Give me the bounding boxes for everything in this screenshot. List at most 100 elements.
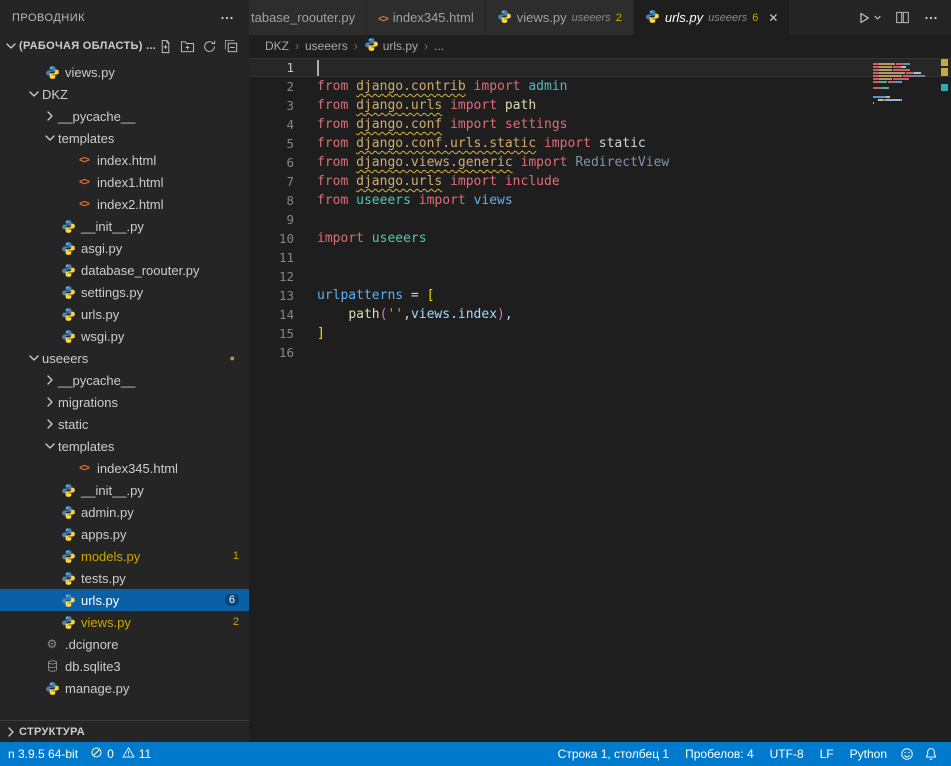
errors-icon — [90, 746, 103, 762]
code-line[interactable]: 15] — [249, 324, 951, 343]
collapse-all-icon[interactable] — [222, 37, 241, 56]
tree-item-manage.py[interactable]: manage.py — [0, 677, 249, 699]
line-number: 15 — [249, 324, 294, 343]
tree-item-templates[interactable]: templates — [0, 127, 249, 149]
line-content: from useeers import views — [294, 191, 513, 210]
code-line[interactable]: 9 — [249, 210, 951, 229]
breadcrumb-item-urls.py[interactable]: urls.py — [364, 37, 418, 55]
line-number: 8 — [249, 191, 294, 210]
tree-item-__init__.py[interactable]: __init__.py — [0, 215, 249, 237]
tree-item-label: apps.py — [81, 527, 127, 542]
breadcrumb-item-useeers[interactable]: useeers — [305, 39, 348, 53]
breadcrumb-label: urls.py — [383, 39, 418, 53]
code-area[interactable]: 1 2from django.contrib import admin3from… — [249, 57, 951, 742]
tree-item-views.py[interactable]: views.py — [0, 61, 249, 83]
run-button[interactable] — [857, 11, 882, 25]
new-file-icon[interactable] — [156, 37, 175, 56]
code-line[interactable]: 11 — [249, 248, 951, 267]
code-line[interactable]: 13urlpatterns = [ — [249, 286, 951, 305]
tree-item-migrations[interactable]: migrations — [0, 391, 249, 413]
tree-item-db.sqlite3[interactable]: db.sqlite3 — [0, 655, 249, 677]
tree-item-index2.html[interactable]: <>index2.html — [0, 193, 249, 215]
tree-item-__pycache__[interactable]: __pycache__ — [0, 369, 249, 391]
code-line[interactable]: 3from django.urls import path — [249, 96, 951, 115]
language-mode[interactable]: Python — [842, 742, 895, 766]
breadcrumb-separator: › — [354, 39, 358, 53]
python-icon — [364, 37, 379, 55]
refresh-icon[interactable] — [200, 37, 219, 56]
tree-item-urls.py[interactable]: urls.py6 — [0, 589, 249, 611]
overview-ruler — [938, 57, 951, 742]
line-number: 6 — [249, 153, 294, 172]
tree-item-urls.py[interactable]: urls.py — [0, 303, 249, 325]
code-line[interactable]: 12 — [249, 267, 951, 286]
outline-section-header[interactable]: СТРУКТУРА — [0, 720, 249, 742]
tree-item-index.html[interactable]: <>index.html — [0, 149, 249, 171]
tree-item-label: __init__.py — [81, 219, 144, 234]
tree-item-database_roouter.py[interactable]: database_roouter.py — [0, 259, 249, 281]
code-line[interactable]: 6from django.views.generic import Redire… — [249, 153, 951, 172]
minimap-line — [873, 66, 937, 68]
tab-urls.py[interactable]: urls.pyuseeers6✕ — [634, 0, 791, 35]
code-line[interactable]: 8from useeers import views — [249, 191, 951, 210]
code-line[interactable]: 16 — [249, 343, 951, 362]
code-line[interactable]: 7from django.urls import include — [249, 172, 951, 191]
breadcrumb-item-...[interactable]: ... — [434, 39, 444, 53]
tree-item-apps.py[interactable]: apps.py — [0, 523, 249, 545]
ruler-mark — [941, 84, 948, 91]
tree-item-models.py[interactable]: models.py1 — [0, 545, 249, 567]
python-icon — [60, 571, 76, 586]
tree-item-views.py[interactable]: views.py2 — [0, 611, 249, 633]
encoding[interactable]: UTF-8 — [762, 742, 812, 766]
tree-item-static[interactable]: static — [0, 413, 249, 435]
tree-item-useeers[interactable]: useeers● — [0, 347, 249, 369]
feedback-icon[interactable] — [895, 747, 919, 761]
tree-item-index345.html[interactable]: <>index345.html — [0, 457, 249, 479]
eol[interactable]: LF — [812, 742, 842, 766]
tree-item-index1.html[interactable]: <>index1.html — [0, 171, 249, 193]
tree-item-tests.py[interactable]: tests.py — [0, 567, 249, 589]
outline-label: СТРУКТУРА — [19, 726, 85, 738]
close-icon[interactable]: ✕ — [768, 11, 778, 25]
bell-icon[interactable] — [919, 747, 943, 761]
tree-item-label: DKZ — [42, 87, 68, 102]
tab-index345.html[interactable]: <>index345.html — [367, 0, 486, 35]
breadcrumb-item-DKZ[interactable]: DKZ — [265, 39, 289, 53]
minimap-line — [873, 99, 937, 101]
tree-item-wsgi.py[interactable]: wsgi.py — [0, 325, 249, 347]
python-icon — [60, 527, 76, 542]
tab-label: tabase_roouter.py — [251, 10, 355, 25]
tree-item-asgi.py[interactable]: asgi.py — [0, 237, 249, 259]
python-interpreter[interactable]: n 3.9.5 64-bit — [2, 742, 84, 766]
code-line[interactable]: 14 path('',views.index), — [249, 305, 951, 324]
tree-item-settings.py[interactable]: settings.py — [0, 281, 249, 303]
code-line[interactable]: 2from django.contrib import admin — [249, 77, 951, 96]
new-folder-icon[interactable] — [178, 37, 197, 56]
tree-item-DKZ[interactable]: DKZ — [0, 83, 249, 105]
tab-label: views.py — [517, 10, 567, 25]
code-line[interactable]: 10import useeers — [249, 229, 951, 248]
tree-item-.dcignore[interactable]: ⚙.dcignore — [0, 633, 249, 655]
code-line[interactable]: 1 — [249, 58, 951, 77]
tab-tabase_roouter.py[interactable]: tabase_roouter.py — [249, 0, 367, 35]
more-actions-icon[interactable] — [923, 10, 939, 26]
python-icon — [60, 285, 76, 300]
split-editor-icon[interactable] — [895, 10, 910, 25]
tree-item-label: static — [58, 417, 88, 432]
workspace-section-header[interactable]: (РАБОЧАЯ ОБЛАСТЬ) ... — [0, 35, 249, 57]
indentation[interactable]: Пробелов: 4 — [677, 742, 762, 766]
code-line[interactable]: 5from django.conf.urls.static import sta… — [249, 134, 951, 153]
explorer-more-actions-icon[interactable] — [219, 10, 235, 26]
problems[interactable]: 011 — [84, 742, 157, 766]
minimap[interactable] — [873, 60, 937, 108]
tree-item-__pycache__[interactable]: __pycache__ — [0, 105, 249, 127]
tree-item-admin.py[interactable]: admin.py — [0, 501, 249, 523]
cursor-position[interactable]: Строка 1, столбец 1 — [550, 742, 677, 766]
code-line[interactable]: 4from django.conf import settings — [249, 115, 951, 134]
tree-item-templates[interactable]: templates — [0, 435, 249, 457]
tab-views.py[interactable]: views.pyuseeers2 — [486, 0, 634, 35]
tree-item-label: settings.py — [81, 285, 143, 300]
tab-label: index345.html — [393, 10, 474, 25]
tree-item-__init__.py[interactable]: __init__.py — [0, 479, 249, 501]
warnings-count: 11 — [139, 747, 151, 761]
